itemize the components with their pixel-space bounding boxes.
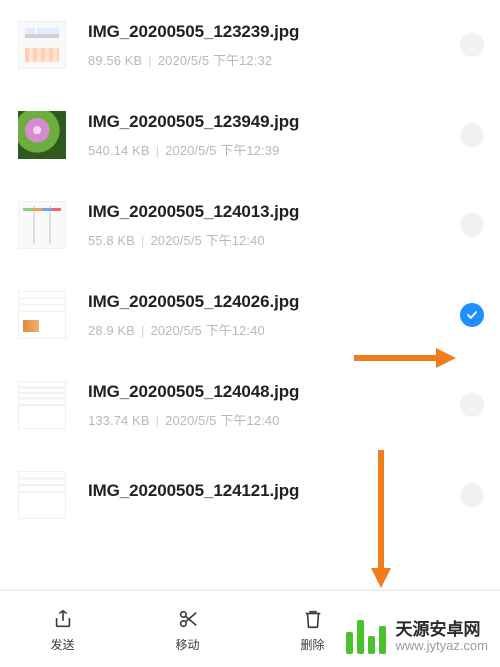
file-thumbnail [18,21,66,69]
select-checkbox[interactable] [460,303,484,327]
move-button[interactable]: 移动 [125,591,250,667]
move-label: 移动 [175,636,199,653]
send-button[interactable]: 发送 [0,591,125,667]
separator: | [150,413,165,428]
file-date: 2020/5/5 下午12:32 [158,53,272,68]
file-meta: IMG_20200505_124013.jpg 55.8 KB|2020/5/5 … [88,202,460,249]
file-list[interactable]: IMG_20200505_123239.jpg89.56 KB|2020/5/5… [0,0,500,590]
file-sub: 133.74 KB|2020/5/5 下午12:40 [88,410,460,429]
send-label: 发送 [50,636,74,653]
select-checkbox[interactable] [460,483,484,507]
separator: | [150,143,165,158]
file-size: 540.14 KB [88,143,150,158]
watermark: 天源安卓网 www.jytyaz.com [330,607,500,667]
file-date: 2020/5/5 下午12:40 [150,323,264,338]
file-sub: 540.14 KB|2020/5/5 下午12:39 [88,140,460,159]
file-meta: IMG_20200505_124048.jpg 133.74 KB|2020/5/… [88,382,460,429]
file-row[interactable]: IMG_20200505_124013.jpg 55.8 KB|2020/5/5 … [0,180,500,270]
separator: | [135,233,150,248]
file-name: IMG_20200505_123949.jpg [88,112,460,132]
select-checkbox[interactable] [460,123,484,147]
file-thumbnail [18,471,66,519]
file-row[interactable]: IMG_20200505_123949.jpg 540.14 KB|2020/5/… [0,90,500,180]
delete-label: 删除 [300,636,324,653]
file-row[interactable]: IMG_20200505_124048.jpg 133.74 KB|2020/5/… [0,360,500,450]
file-sub: 89.56 KB|2020/5/5 下午12:32 [88,50,460,69]
file-size: 28.9 KB [88,323,135,338]
file-sub: 28.9 KB|2020/5/5 下午12:40 [88,320,460,339]
file-size: 133.74 KB [88,413,150,428]
file-thumbnail [18,111,66,159]
trash-icon [300,606,326,632]
file-row[interactable]: IMG_20200505_124026.jpg 28.9 KB|2020/5/5 … [0,270,500,360]
file-thumbnail [18,291,66,339]
select-checkbox[interactable] [460,33,484,57]
file-date: 2020/5/5 下午12:39 [165,143,279,158]
file-meta: IMG_20200505_123239.jpg 89.56 KB|2020/5/5… [88,22,460,69]
file-date: 2020/5/5 下午12:40 [165,413,279,428]
select-checkbox[interactable] [460,213,484,237]
file-name: IMG_20200505_124121.jpg [88,481,460,501]
file-name: IMG_20200505_124013.jpg [88,202,460,222]
file-row[interactable]: IMG_20200505_124121.jpg [0,450,500,540]
file-row[interactable]: IMG_20200505_123239.jpg 89.56 KB|2020/5/5… [0,0,500,90]
file-meta: IMG_20200505_124121.jpg [88,481,460,509]
share-icon [50,606,76,632]
file-thumbnail [18,201,66,249]
file-size: 89.56 KB [88,53,142,68]
watermark-url: www.jytyaz.com [396,639,488,654]
select-checkbox[interactable] [460,393,484,417]
file-meta: IMG_20200505_123949.jpg 540.14 KB|2020/5/… [88,112,460,159]
file-name: IMG_20200505_124048.jpg [88,382,460,402]
file-date: 2020/5/5 下午12:40 [150,233,264,248]
file-name: IMG_20200505_124026.jpg [88,292,460,312]
separator: | [142,53,157,68]
file-name: IMG_20200505_123239.jpg [88,22,460,42]
file-thumbnail [18,381,66,429]
file-meta: IMG_20200505_124026.jpg 28.9 KB|2020/5/5 … [88,292,460,339]
watermark-title: 天源安卓网 [396,620,488,640]
scissors-icon [175,606,201,632]
file-size: 55.8 KB [88,233,135,248]
file-sub: 55.8 KB|2020/5/5 下午12:40 [88,230,460,249]
separator: | [135,323,150,338]
watermark-logo-icon [346,620,386,654]
